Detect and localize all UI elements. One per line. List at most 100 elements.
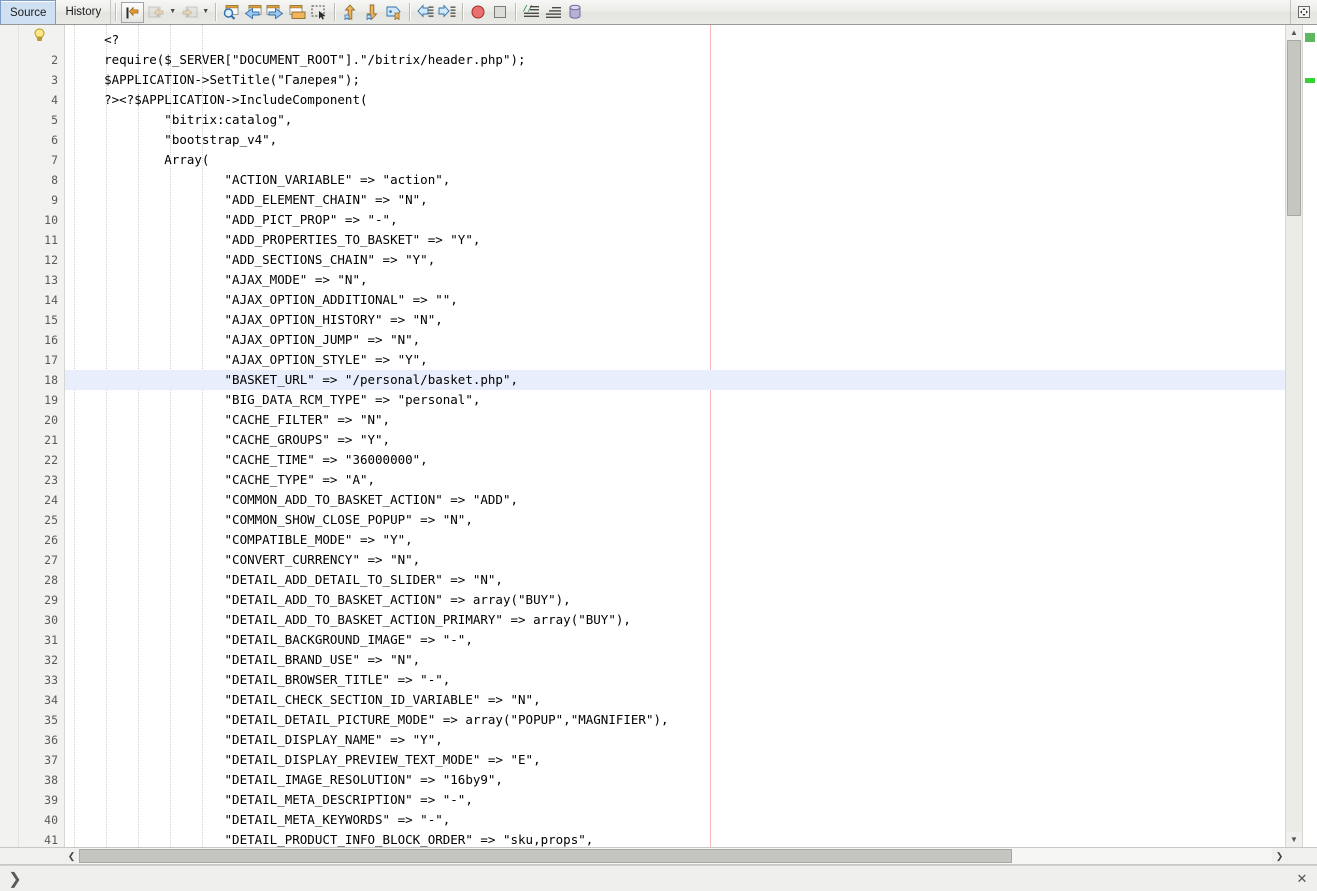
code-line[interactable]: "AJAX_OPTION_JUMP" => "N", xyxy=(65,330,1285,350)
tab-source[interactable]: Source xyxy=(0,0,57,24)
code-line[interactable]: "BIG_DATA_RCM_TYPE" => "personal", xyxy=(65,390,1285,410)
line-number: 38 xyxy=(44,773,58,787)
forward-dropdown-arrow[interactable]: ▼ xyxy=(200,0,211,22)
line-number: 36 xyxy=(44,733,58,747)
last-edit-button[interactable] xyxy=(121,2,145,23)
code-line[interactable]: <? xyxy=(65,30,1285,50)
find-previous-button[interactable] xyxy=(242,1,264,23)
code-line[interactable]: ?><?$APPLICATION->IncludeComponent( xyxy=(65,90,1285,110)
vertical-scrollbar[interactable]: ▲ ▼ xyxy=(1285,25,1302,847)
code-line[interactable]: "DETAIL_ADD_DETAIL_TO_SLIDER" => "N", xyxy=(65,570,1285,590)
chevron-right-icon: ❯ xyxy=(1275,850,1284,861)
scroll-right-button[interactable]: ❯ xyxy=(1272,848,1287,864)
code-line[interactable]: "ACTION_VARIABLE" => "action", xyxy=(65,170,1285,190)
code-line[interactable]: "CACHE_FILTER" => "N", xyxy=(65,410,1285,430)
shift-line-right-button[interactable] xyxy=(436,1,458,23)
stop-macro-recording-button[interactable] xyxy=(489,1,511,23)
code-line[interactable]: "ADD_ELEMENT_CHAIN" => "N", xyxy=(65,190,1285,210)
code-line[interactable]: "bitrix:catalog", xyxy=(65,110,1285,130)
hscroll-left-pad xyxy=(0,848,64,864)
code-line[interactable]: "ADD_PROPERTIES_TO_BASKET" => "Y", xyxy=(65,230,1285,250)
vertical-scroll-track[interactable] xyxy=(1286,40,1302,832)
code-line[interactable]: "COMMON_ADD_TO_BASKET_ACTION" => "ADD", xyxy=(65,490,1285,510)
vertical-scroll-thumb[interactable] xyxy=(1287,40,1301,217)
code-line[interactable]: "COMMON_SHOW_CLOSE_POPUP" => "N", xyxy=(65,510,1285,530)
start-macro-recording-button[interactable] xyxy=(467,1,489,23)
tab-history[interactable]: History xyxy=(56,0,112,24)
code-line[interactable]: "DETAIL_META_KEYWORDS" => "-", xyxy=(65,810,1285,830)
code-line[interactable]: "CONVERT_CURRENCY" => "N", xyxy=(65,550,1285,570)
code-line[interactable]: "DETAIL_META_DESCRIPTION" => "-", xyxy=(65,790,1285,810)
code-line[interactable]: "AJAX_MODE" => "N", xyxy=(65,270,1285,290)
toolbar-separator-4 xyxy=(409,3,411,21)
code-line[interactable]: "ADD_SECTIONS_CHAIN" => "Y", xyxy=(65,250,1285,270)
code-text-area[interactable]: <? require($_SERVER["DOCUMENT_ROOT"]."/b… xyxy=(65,25,1285,847)
code-line[interactable]: $APPLICATION->SetTitle("Галерея"); xyxy=(65,70,1285,90)
code-line[interactable]: "DETAIL_CHECK_SECTION_ID_VARIABLE" => "N… xyxy=(65,690,1285,710)
shift-line-left-button[interactable] xyxy=(414,1,436,23)
error-stripe-mark[interactable] xyxy=(1305,78,1315,84)
code-line[interactable]: "AJAX_OPTION_ADDITIONAL" => "", xyxy=(65,290,1285,310)
error-stripe-mark[interactable] xyxy=(1305,33,1315,43)
back-button[interactable] xyxy=(145,1,167,23)
scroll-down-button[interactable]: ▼ xyxy=(1286,832,1302,847)
database-button[interactable] xyxy=(564,1,586,23)
line-number: 3 xyxy=(51,73,58,87)
error-stripe-column[interactable] xyxy=(1302,25,1317,847)
horizontal-scrollbar[interactable]: ❮ ❯ xyxy=(0,848,1317,865)
expand-chevron-icon[interactable]: ❯ xyxy=(0,869,30,889)
code-line[interactable]: "bootstrap_v4", xyxy=(65,130,1285,150)
scroll-left-button[interactable]: ❮ xyxy=(64,848,79,864)
code-line[interactable]: "DETAIL_DETAIL_PICTURE_MODE" => array("P… xyxy=(65,710,1285,730)
line-number: 16 xyxy=(44,333,58,347)
previous-bookmark-icon xyxy=(344,4,356,20)
comment-button[interactable]: // xyxy=(520,1,542,23)
toolbar-separator-5 xyxy=(462,3,464,21)
code-line[interactable]: "DETAIL_IMAGE_RESOLUTION" => "16by9", xyxy=(65,770,1285,790)
code-line[interactable]: "AJAX_OPTION_STYLE" => "Y", xyxy=(65,350,1285,370)
back-dropdown-arrow[interactable]: ▼ xyxy=(167,0,178,22)
line-number-gutter[interactable]: 2 3 4 5 6 7 8 9 10 11 12 13 14 15 16 17 18 19 20 21 22 23 24 25… xyxy=(19,25,65,847)
editor-annotation-strip[interactable] xyxy=(0,25,19,847)
line-number: 5 xyxy=(51,113,58,127)
line-number: 23 xyxy=(44,473,58,487)
code-line[interactable]: "CACHE_TIME" => "36000000", xyxy=(65,450,1285,470)
line-number: 28 xyxy=(44,573,58,587)
code-line[interactable]: "CACHE_GROUPS" => "Y", xyxy=(65,430,1285,450)
code-line[interactable]: require($_SERVER["DOCUMENT_ROOT"]."/bitr… xyxy=(65,50,1285,70)
code-line[interactable]: "DETAIL_PRODUCT_INFO_BLOCK_ORDER" => "sk… xyxy=(65,830,1285,847)
code-line[interactable]: Array( xyxy=(65,150,1285,170)
forward-button[interactable] xyxy=(178,1,200,23)
database-icon xyxy=(569,4,581,19)
scroll-up-button[interactable]: ▲ xyxy=(1286,25,1302,40)
horizontal-scroll-thumb[interactable] xyxy=(79,849,1012,863)
line-number: 21 xyxy=(44,433,58,447)
code-line[interactable]: "AJAX_OPTION_HISTORY" => "N", xyxy=(65,310,1285,330)
close-icon[interactable]: ✕ xyxy=(1287,871,1317,887)
code-line[interactable]: "CACHE_TYPE" => "A", xyxy=(65,470,1285,490)
code-line[interactable]: "DETAIL_BACKGROUND_IMAGE" => "-", xyxy=(65,630,1285,650)
horizontal-scroll-track[interactable] xyxy=(79,848,1272,864)
toggle-rect-select-button[interactable] xyxy=(308,1,330,23)
code-line[interactable]: "COMPATIBLE_MODE" => "Y", xyxy=(65,530,1285,550)
line-number: 19 xyxy=(44,393,58,407)
toggle-highlight-button[interactable] xyxy=(286,1,308,23)
find-selection-button[interactable] xyxy=(220,1,242,23)
next-bookmark-button[interactable] xyxy=(361,1,383,23)
code-line[interactable]: "DETAIL_BROWSER_TITLE" => "-", xyxy=(65,670,1285,690)
code-line[interactable]: "ADD_PICT_PROP" => "-", xyxy=(65,210,1285,230)
line-number: 15 xyxy=(44,313,58,327)
code-line[interactable]: "DETAIL_ADD_TO_BASKET_ACTION_PRIMARY" =>… xyxy=(65,610,1285,630)
toggle-bookmark-button[interactable] xyxy=(383,1,405,23)
code-line[interactable]: "DETAIL_BRAND_USE" => "N", xyxy=(65,650,1285,670)
code-line[interactable]: "DETAIL_DISPLAY_PREVIEW_TEXT_MODE" => "E… xyxy=(65,750,1285,770)
code-line[interactable]: "DETAIL_DISPLAY_NAME" => "Y", xyxy=(65,730,1285,750)
find-next-button[interactable] xyxy=(264,1,286,23)
uncomment-button[interactable] xyxy=(542,1,564,23)
previous-bookmark-button[interactable] xyxy=(339,1,361,23)
toolbar-overflow-button[interactable] xyxy=(1290,0,1317,24)
line-number: 18 xyxy=(44,373,58,387)
code-line[interactable]: "BASKET_URL" => "/personal/basket.php", xyxy=(65,370,1285,390)
code-line[interactable]: "DETAIL_ADD_TO_BASKET_ACTION" => array("… xyxy=(65,590,1285,610)
editor-toolbar: Source History ▼ ▼ // xyxy=(0,0,1317,25)
